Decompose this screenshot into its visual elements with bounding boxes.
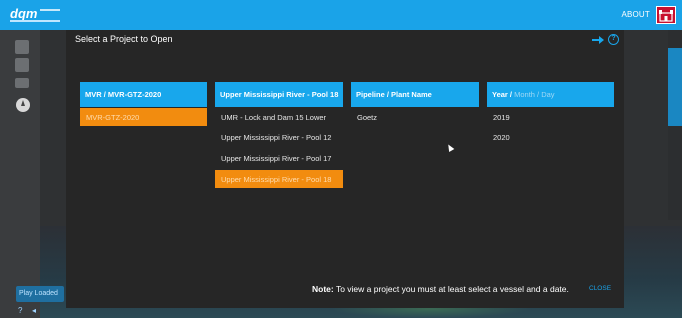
note-text: To view a project you must at least sele… xyxy=(333,284,569,294)
top-bar: dqm ABOUT xyxy=(0,0,682,30)
corps-castle-icon xyxy=(656,6,676,24)
column-header-pool: Upper Mississippi River - Pool 18 xyxy=(215,82,343,107)
year-item[interactable]: 2020 xyxy=(487,128,614,146)
project-select-dialog: Select a Project to Open ? MVR / MVR-GTZ… xyxy=(66,30,624,308)
app-logo-icon[interactable]: dqm xyxy=(10,6,62,24)
left-tool-rail xyxy=(0,30,40,318)
zoom-in-button[interactable] xyxy=(15,40,29,54)
pool-item[interactable]: Upper Mississippi River - Pool 12 xyxy=(215,128,343,146)
compass-icon[interactable] xyxy=(16,98,30,112)
play-loaded-button[interactable]: Play Loaded xyxy=(16,286,64,302)
help-icon[interactable]: ? xyxy=(608,34,619,45)
pool-item[interactable]: UMR - Lock and Dam 15 Lower xyxy=(215,108,343,126)
dialog-note: Note: To view a project you must at leas… xyxy=(312,284,569,294)
plant-item[interactable]: Goetz xyxy=(351,108,479,126)
column-header-plant: Pipeline / Plant Name xyxy=(351,82,479,107)
svg-text:dqm: dqm xyxy=(10,6,38,21)
project-item[interactable]: MVR-GTZ-2020 xyxy=(80,108,207,126)
arrow-right-icon[interactable] xyxy=(592,36,604,44)
dialog-title: Select a Project to Open xyxy=(75,34,173,44)
pool-item[interactable]: Upper Mississippi River - Pool 18 xyxy=(215,170,343,188)
help-small-icon[interactable]: ? xyxy=(18,306,22,315)
close-button[interactable]: CLOSE xyxy=(589,285,611,292)
column-header-date: Year / Month / Day xyxy=(487,82,614,107)
pool-item[interactable]: Upper Mississippi River - Pool 17 xyxy=(215,149,343,167)
date-header-main: Year / xyxy=(492,90,513,99)
layers-button[interactable] xyxy=(15,78,29,88)
mouse-cursor-icon xyxy=(445,142,455,153)
column-header-project: MVR / MVR-GTZ-2020 xyxy=(80,82,207,107)
right-panel-tab[interactable] xyxy=(668,48,682,126)
zoom-out-button[interactable] xyxy=(15,58,29,72)
about-link[interactable]: ABOUT xyxy=(621,10,650,19)
back-arrow-icon[interactable]: ◂ xyxy=(32,306,36,315)
note-label: Note: xyxy=(312,284,334,294)
date-header-muted: Month / Day xyxy=(512,90,555,99)
year-item[interactable]: 2019 xyxy=(487,108,614,126)
